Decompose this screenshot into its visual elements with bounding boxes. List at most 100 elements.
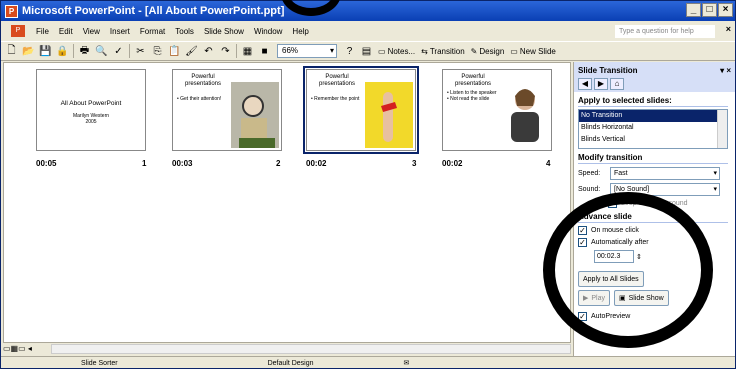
menu-bar: P File Edit View Insert Format Tools Sli… <box>1 22 735 40</box>
play-icon: ▶ <box>583 295 589 302</box>
apply-all-button[interactable]: Apply to All Slides <box>578 271 644 287</box>
copy-icon[interactable]: ⎘ <box>150 44 165 59</box>
auto-after-label: Automatically after <box>591 239 649 246</box>
advance-section-label: Advance slide <box>578 212 728 223</box>
horizontal-scrollbar[interactable] <box>51 344 571 354</box>
notes-button[interactable]: ▭ Notes... <box>375 47 418 56</box>
on-click-checkbox[interactable]: ✓ <box>578 226 587 235</box>
design-icon: ✎ <box>470 46 478 56</box>
slide-number: 4 <box>546 159 551 168</box>
back-icon[interactable]: ◀ <box>578 78 592 90</box>
home-icon[interactable]: ⌂ <box>610 78 624 90</box>
modify-section-label: Modify transition <box>578 153 728 164</box>
slide-timing: 00:05 <box>36 159 57 168</box>
speed-select[interactable]: Fast <box>610 167 720 180</box>
status-view: Slide Sorter <box>81 359 118 367</box>
close-button[interactable]: × <box>718 3 733 17</box>
save-icon[interactable]: 💾 <box>38 44 53 59</box>
transition-option[interactable]: Blinds Horizontal <box>579 122 727 134</box>
slide-thumbnail-1[interactable]: All About PowerPoint Marilyn Western 200… <box>36 69 146 151</box>
zoom-select[interactable]: 66% <box>277 44 337 58</box>
transition-icon: ⇆ <box>421 46 428 56</box>
paste-icon[interactable]: 📋 <box>167 44 182 59</box>
slide-thumbnail-3[interactable]: Powerful presentations • Remember the po… <box>303 66 419 154</box>
cut-icon[interactable]: ✂ <box>133 44 148 59</box>
slide-subtitle: Marilyn Western 2005 <box>72 113 110 125</box>
menu-insert[interactable]: Insert <box>105 27 135 36</box>
slide-title: Powerful presentations <box>184 74 222 87</box>
document-close-icon[interactable]: × <box>726 24 731 34</box>
help-search-input[interactable]: Type a question for help <box>615 25 715 38</box>
slide-sorter-pane: All About PowerPoint Marilyn Western 200… <box>3 62 571 343</box>
slide-transition-pane: Slide Transition ▾ × ◀ ▶ ⌂ Apply to sele… <box>573 62 735 357</box>
title-bar: P Microsoft PowerPoint - [All About Powe… <box>1 1 735 21</box>
print-preview-icon[interactable]: 🔍 <box>94 44 109 59</box>
powerpoint-icon: P <box>5 4 18 18</box>
pane-title: Slide Transition <box>578 65 638 75</box>
auto-after-checkbox[interactable]: ✓ <box>578 238 587 247</box>
color-icon[interactable]: ■ <box>257 44 272 59</box>
menu-tools[interactable]: Tools <box>170 27 199 36</box>
design-button[interactable]: ✎ Design <box>468 47 508 56</box>
menu-file[interactable]: File <box>31 27 54 36</box>
transition-button[interactable]: ⇆ Transition <box>418 47 468 56</box>
new-icon[interactable]: 🗋 <box>4 44 19 59</box>
list-scrollbar[interactable] <box>717 110 727 148</box>
format-painter-icon[interactable]: 🖌 <box>184 44 199 59</box>
maximize-button[interactable]: □ <box>702 3 717 17</box>
menu-window[interactable]: Window <box>249 27 287 36</box>
view-buttons[interactable]: ▭▦▭ ◂ <box>3 344 32 353</box>
toolbar-separator <box>129 44 130 58</box>
summary-slide-icon[interactable]: ▤ <box>359 44 374 59</box>
window-title: Microsoft PowerPoint - [All About PowerP… <box>22 5 285 17</box>
permission-icon[interactable]: 🔒 <box>55 44 70 59</box>
help-icon[interactable]: ? <box>342 44 357 59</box>
menu-edit[interactable]: Edit <box>54 27 78 36</box>
apply-section-label: Apply to selected slides: <box>578 96 728 107</box>
forward-icon[interactable]: ▶ <box>594 78 608 90</box>
speed-label: Speed: <box>578 170 601 177</box>
toolbar-separator <box>73 44 74 58</box>
standard-toolbar: 🗋 📂 💾 🔒 🖶 🔍 ✓ ✂ ⎘ 📋 🖌 ↶ ↷ ▦ ■ 66% ? ▤ ▭N… <box>1 41 735 61</box>
new-slide-icon: ▭ <box>510 46 518 56</box>
sound-select[interactable]: [No Sound] <box>610 183 720 196</box>
autopreview-checkbox[interactable]: ✓ <box>578 312 587 321</box>
transition-option[interactable]: No Transition <box>579 110 727 122</box>
pane-nav: ◀ ▶ ⌂ <box>574 78 735 92</box>
menu-slide-show[interactable]: Slide Show <box>199 27 249 36</box>
transition-option[interactable]: Blinds Vertical <box>579 134 727 146</box>
slide-number: 1 <box>142 159 147 168</box>
new-slide-button[interactable]: ▭ New Slide <box>507 47 559 56</box>
minimize-button[interactable]: _ <box>686 3 701 17</box>
menu-help[interactable]: Help <box>287 27 313 36</box>
document-icon[interactable]: P <box>11 25 25 37</box>
menu-view[interactable]: View <box>78 27 105 36</box>
play-button[interactable]: ▶ Play <box>578 290 611 306</box>
spin-arrows-icon[interactable]: ⇕ <box>636 253 642 261</box>
print-icon[interactable]: 🖶 <box>77 44 92 59</box>
powerpoint-window: P Microsoft PowerPoint - [All About Powe… <box>0 0 736 369</box>
slide-timing: 00:03 <box>172 159 193 168</box>
pane-close-icon[interactable]: ▾ × <box>720 66 731 75</box>
slide-thumbnail-4[interactable]: Powerful presentations • Listen to the s… <box>442 69 552 151</box>
status-bar: Slide Sorter Default Design ✉ <box>1 356 735 369</box>
table-icon[interactable]: ▦ <box>240 44 255 59</box>
status-design: Default Design <box>267 359 314 367</box>
loop-label: Loop until next sound <box>621 200 688 207</box>
undo-icon[interactable]: ↶ <box>201 44 216 59</box>
spelling-icon[interactable]: ✓ <box>111 44 126 59</box>
auto-after-time-input[interactable]: 00:02.3 <box>594 250 634 263</box>
menu-format[interactable]: Format <box>135 27 170 36</box>
pane-header: Slide Transition ▾ × <box>574 62 735 78</box>
redo-icon[interactable]: ↷ <box>218 44 233 59</box>
sound-label: Sound: <box>578 186 601 193</box>
slide-number: 3 <box>412 159 417 168</box>
slide-title: All About PowerPoint <box>60 100 122 107</box>
loop-checkbox[interactable] <box>608 199 617 208</box>
slide-show-button[interactable]: ▣ Slide Show <box>614 290 669 306</box>
transition-list[interactable]: No Transition Blinds Horizontal Blinds V… <box>578 109 728 149</box>
slide-title: Powerful presentations <box>454 74 492 87</box>
slide-thumbnail-2[interactable]: Powerful presentations • Get their atten… <box>172 69 282 151</box>
spelling-status-icon: ✉ <box>403 360 410 367</box>
open-icon[interactable]: 📂 <box>21 44 36 59</box>
